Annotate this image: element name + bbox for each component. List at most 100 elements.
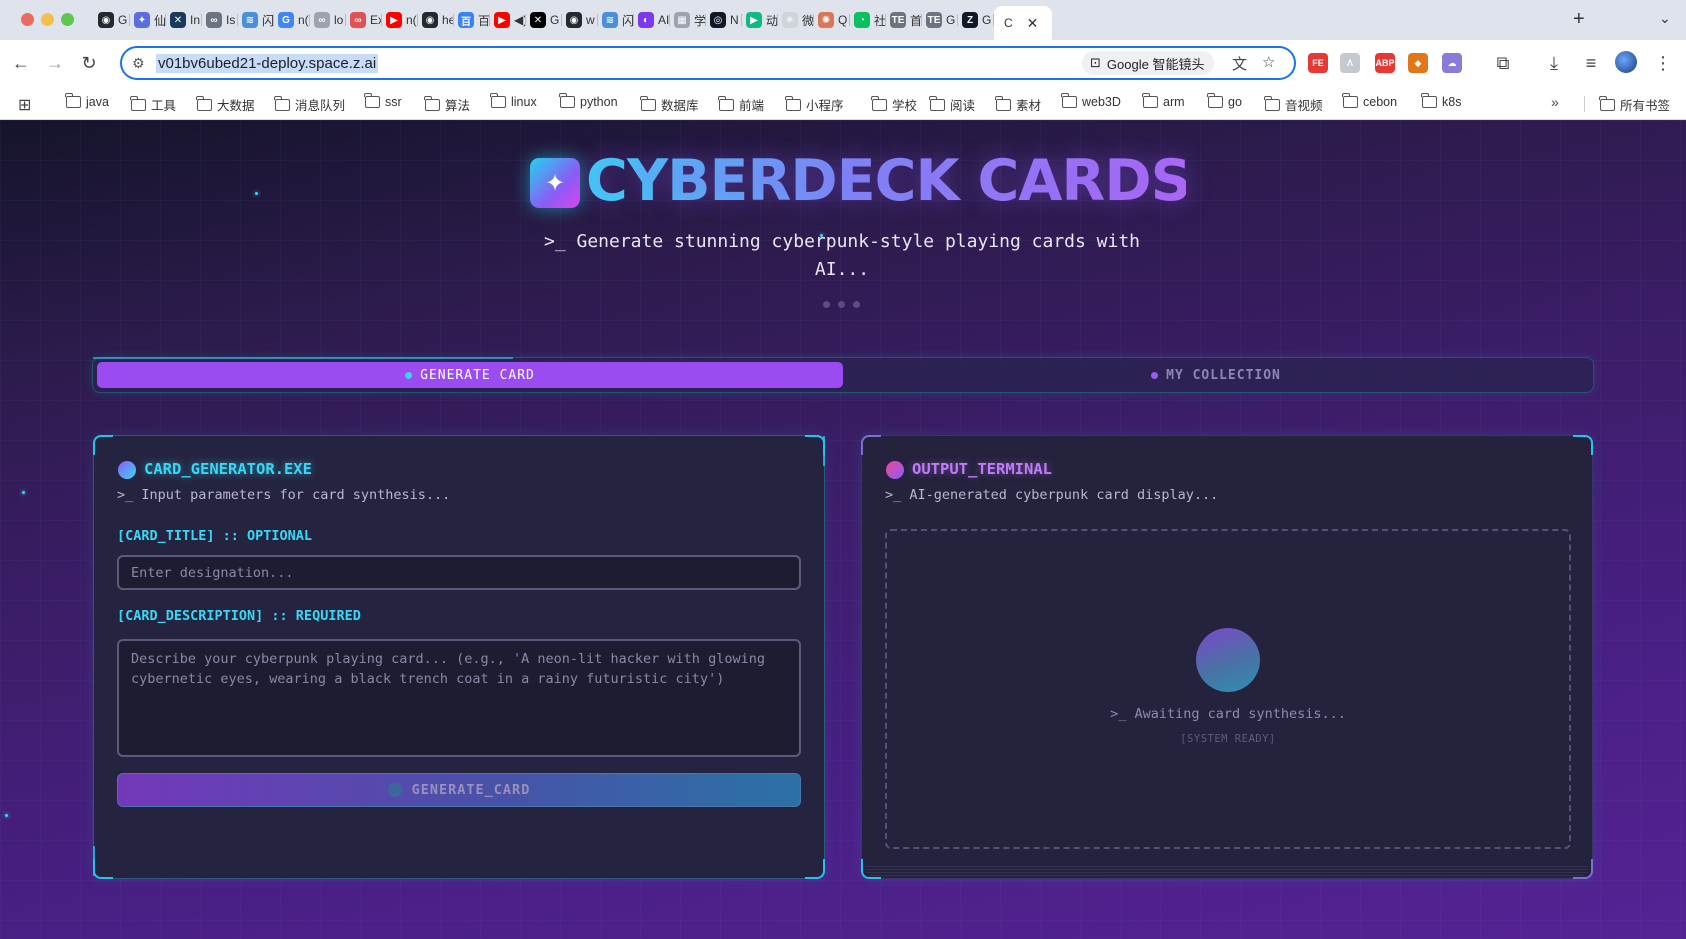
metamask-icon[interactable]: ◆ bbox=[1408, 53, 1428, 73]
browser-tab[interactable]: Gn( bbox=[274, 6, 310, 34]
close-window-button[interactable] bbox=[21, 13, 34, 26]
bookmark-folder[interactable]: linux bbox=[490, 93, 537, 109]
browser-tab[interactable]: ▦ 学 bbox=[670, 6, 706, 34]
loading-dots bbox=[823, 301, 860, 308]
bookmark-folder[interactable]: python bbox=[559, 93, 618, 109]
corner-accent bbox=[1573, 435, 1593, 455]
generate-button-label: GENERATE_CARD bbox=[411, 782, 531, 798]
more-menu-icon[interactable]: ⋮ bbox=[1650, 50, 1676, 76]
fullscreen-window-button[interactable] bbox=[61, 13, 74, 26]
browser-tab[interactable]: ◉ G bbox=[94, 6, 130, 34]
tab-generate-card[interactable]: GENERATE CARD bbox=[97, 362, 843, 388]
browser-tab[interactable]: ◉ w bbox=[562, 6, 598, 34]
active-browser-tab[interactable]: C ✕ bbox=[994, 6, 1052, 40]
browser-tab[interactable]: ◎ N bbox=[706, 6, 742, 34]
bookmark-folder[interactable]: go bbox=[1207, 93, 1242, 109]
bookmark-label: cebon bbox=[1363, 95, 1398, 109]
bookmark-folder[interactable]: 音视频 bbox=[1264, 95, 1323, 114]
browser-tab[interactable]: ◐ AI bbox=[634, 6, 670, 34]
folder-icon bbox=[130, 95, 146, 111]
google-icon: G bbox=[278, 12, 294, 28]
bookmark-folder[interactable]: arm bbox=[1142, 93, 1185, 109]
bookmark-folder[interactable]: 前端 bbox=[718, 95, 764, 114]
tab-my-collection[interactable]: MY COLLECTION bbox=[843, 362, 1589, 388]
tab-title: he bbox=[442, 13, 454, 27]
browser-tab[interactable]: ✺ Q bbox=[814, 6, 850, 34]
address-bar[interactable]: ⚙ v01bv6ubed21-deploy.space.z.ai ⊡ Google… bbox=[120, 46, 1296, 80]
play-icon: ▶ bbox=[746, 12, 762, 28]
bookmark-folder[interactable]: web3D bbox=[1061, 93, 1121, 109]
browser-tab[interactable]: ∞ Ex bbox=[346, 6, 382, 34]
bookmark-folder[interactable]: cebon bbox=[1342, 93, 1398, 109]
card-title-input[interactable] bbox=[117, 555, 801, 590]
adblock-icon[interactable]: ABP bbox=[1375, 53, 1395, 73]
cloud-ext-icon[interactable]: ☁ bbox=[1442, 53, 1462, 73]
tab-title: 首 bbox=[910, 13, 922, 28]
all-bookmarks-folder[interactable]: 所有书签 bbox=[1599, 95, 1670, 114]
loading-spinner-icon bbox=[387, 783, 402, 797]
minimize-window-button[interactable] bbox=[41, 13, 54, 26]
link-icon: ∞ bbox=[314, 12, 330, 28]
new-tab-button[interactable]: + bbox=[1573, 8, 1585, 31]
particle-dot bbox=[22, 491, 25, 494]
browser-tab[interactable]: ≋ 闪 bbox=[598, 6, 634, 34]
url-text[interactable]: v01bv6ubed21-deploy.space.z.ai bbox=[156, 54, 379, 73]
browser-tab[interactable]: ▶ n( bbox=[382, 6, 418, 34]
bookmark-folder[interactable]: 阅读 bbox=[929, 95, 975, 114]
arrow-ext-icon[interactable]: Λ bbox=[1340, 53, 1360, 73]
bookmark-folder[interactable]: 算法 bbox=[424, 95, 470, 114]
close-tab-icon[interactable]: ✕ bbox=[1027, 15, 1039, 32]
tree-icon: ≋ bbox=[242, 12, 258, 28]
forward-icon[interactable]: → bbox=[42, 50, 68, 76]
browser-tab[interactable]: TE 首 bbox=[886, 6, 922, 34]
bookmark-folder[interactable]: 学校 bbox=[871, 95, 917, 114]
browser-tab[interactable]: ✦ 仙 bbox=[130, 6, 166, 34]
browser-tab[interactable]: ▶ ◀) bbox=[490, 6, 526, 34]
translate-icon[interactable]: 文 bbox=[1232, 53, 1247, 74]
media-control-icon[interactable]: ≡ bbox=[1578, 50, 1604, 76]
bookmark-folder[interactable]: 数据库 bbox=[640, 95, 699, 114]
browser-tab[interactable]: 百百 bbox=[454, 6, 490, 34]
sparkles-logo-icon: ✦ bbox=[530, 158, 580, 208]
browser-tab[interactable]: ◉ he bbox=[418, 6, 454, 34]
generator-title: CARD_GENERATOR.EXE bbox=[144, 460, 312, 478]
bookmark-folder[interactable]: java bbox=[65, 93, 109, 109]
fe-ext-icon[interactable]: FE bbox=[1308, 53, 1328, 73]
more-bookmarks-icon[interactable]: » bbox=[1551, 94, 1559, 110]
back-icon[interactable]: ← bbox=[8, 50, 34, 76]
apps-grid-icon[interactable]: ⊞ bbox=[18, 95, 31, 115]
bookmark-folder[interactable]: 工具 bbox=[130, 95, 176, 114]
tab-title: 闪 bbox=[622, 13, 634, 28]
browser-tab[interactable]: ◔ 社 bbox=[850, 6, 886, 34]
bookmark-folder[interactable]: 消息队列 bbox=[274, 95, 345, 114]
bookmark-folder[interactable]: 小程序 bbox=[785, 95, 844, 114]
bookmark-folder[interactable]: 大数据 bbox=[196, 95, 255, 114]
browser-tab[interactable]: ∞ Is bbox=[202, 6, 238, 34]
download-icon[interactable]: ⤓ bbox=[1541, 50, 1567, 76]
tab-title: n( bbox=[298, 13, 309, 27]
bookmark-star-icon[interactable]: ☆ bbox=[1262, 53, 1275, 71]
browser-tab[interactable]: ✳ 微 bbox=[778, 6, 814, 34]
reload-icon[interactable]: ↻ bbox=[76, 50, 102, 76]
browser-tab[interactable]: ≋ 闪 bbox=[238, 6, 274, 34]
card-description-textarea[interactable] bbox=[117, 639, 801, 757]
browser-tab[interactable]: ∞ lo bbox=[310, 6, 346, 34]
tab-title: Ex bbox=[370, 13, 382, 27]
profile-avatar[interactable] bbox=[1615, 51, 1637, 73]
browser-tab[interactable]: ZG bbox=[958, 6, 994, 34]
bookmark-folder[interactable]: 素材 bbox=[995, 95, 1042, 114]
bookmark-label: 素材 bbox=[1016, 99, 1042, 113]
browser-tab[interactable]: ▶ 动 bbox=[742, 6, 778, 34]
tab-title: G bbox=[550, 13, 560, 27]
bookmark-folder[interactable]: ssr bbox=[364, 93, 402, 109]
puzzle-extensions-icon[interactable]: ⧉ bbox=[1490, 50, 1516, 76]
google-lens-button[interactable]: ⊡ Google 智能镜头 bbox=[1082, 51, 1215, 75]
generate-card-button[interactable]: GENERATE_CARD bbox=[117, 773, 801, 807]
tab-title: 闪 bbox=[262, 13, 274, 28]
browser-tab[interactable]: TE G bbox=[922, 6, 958, 34]
site-settings-icon[interactable]: ⚙ bbox=[132, 55, 145, 72]
browser-tab[interactable]: ✕ In bbox=[166, 6, 202, 34]
bookmark-folder[interactable]: k8s bbox=[1421, 93, 1461, 109]
browser-tab[interactable]: ✕ G bbox=[526, 6, 562, 34]
tab-search-icon[interactable]: ⌄ bbox=[1659, 10, 1671, 27]
